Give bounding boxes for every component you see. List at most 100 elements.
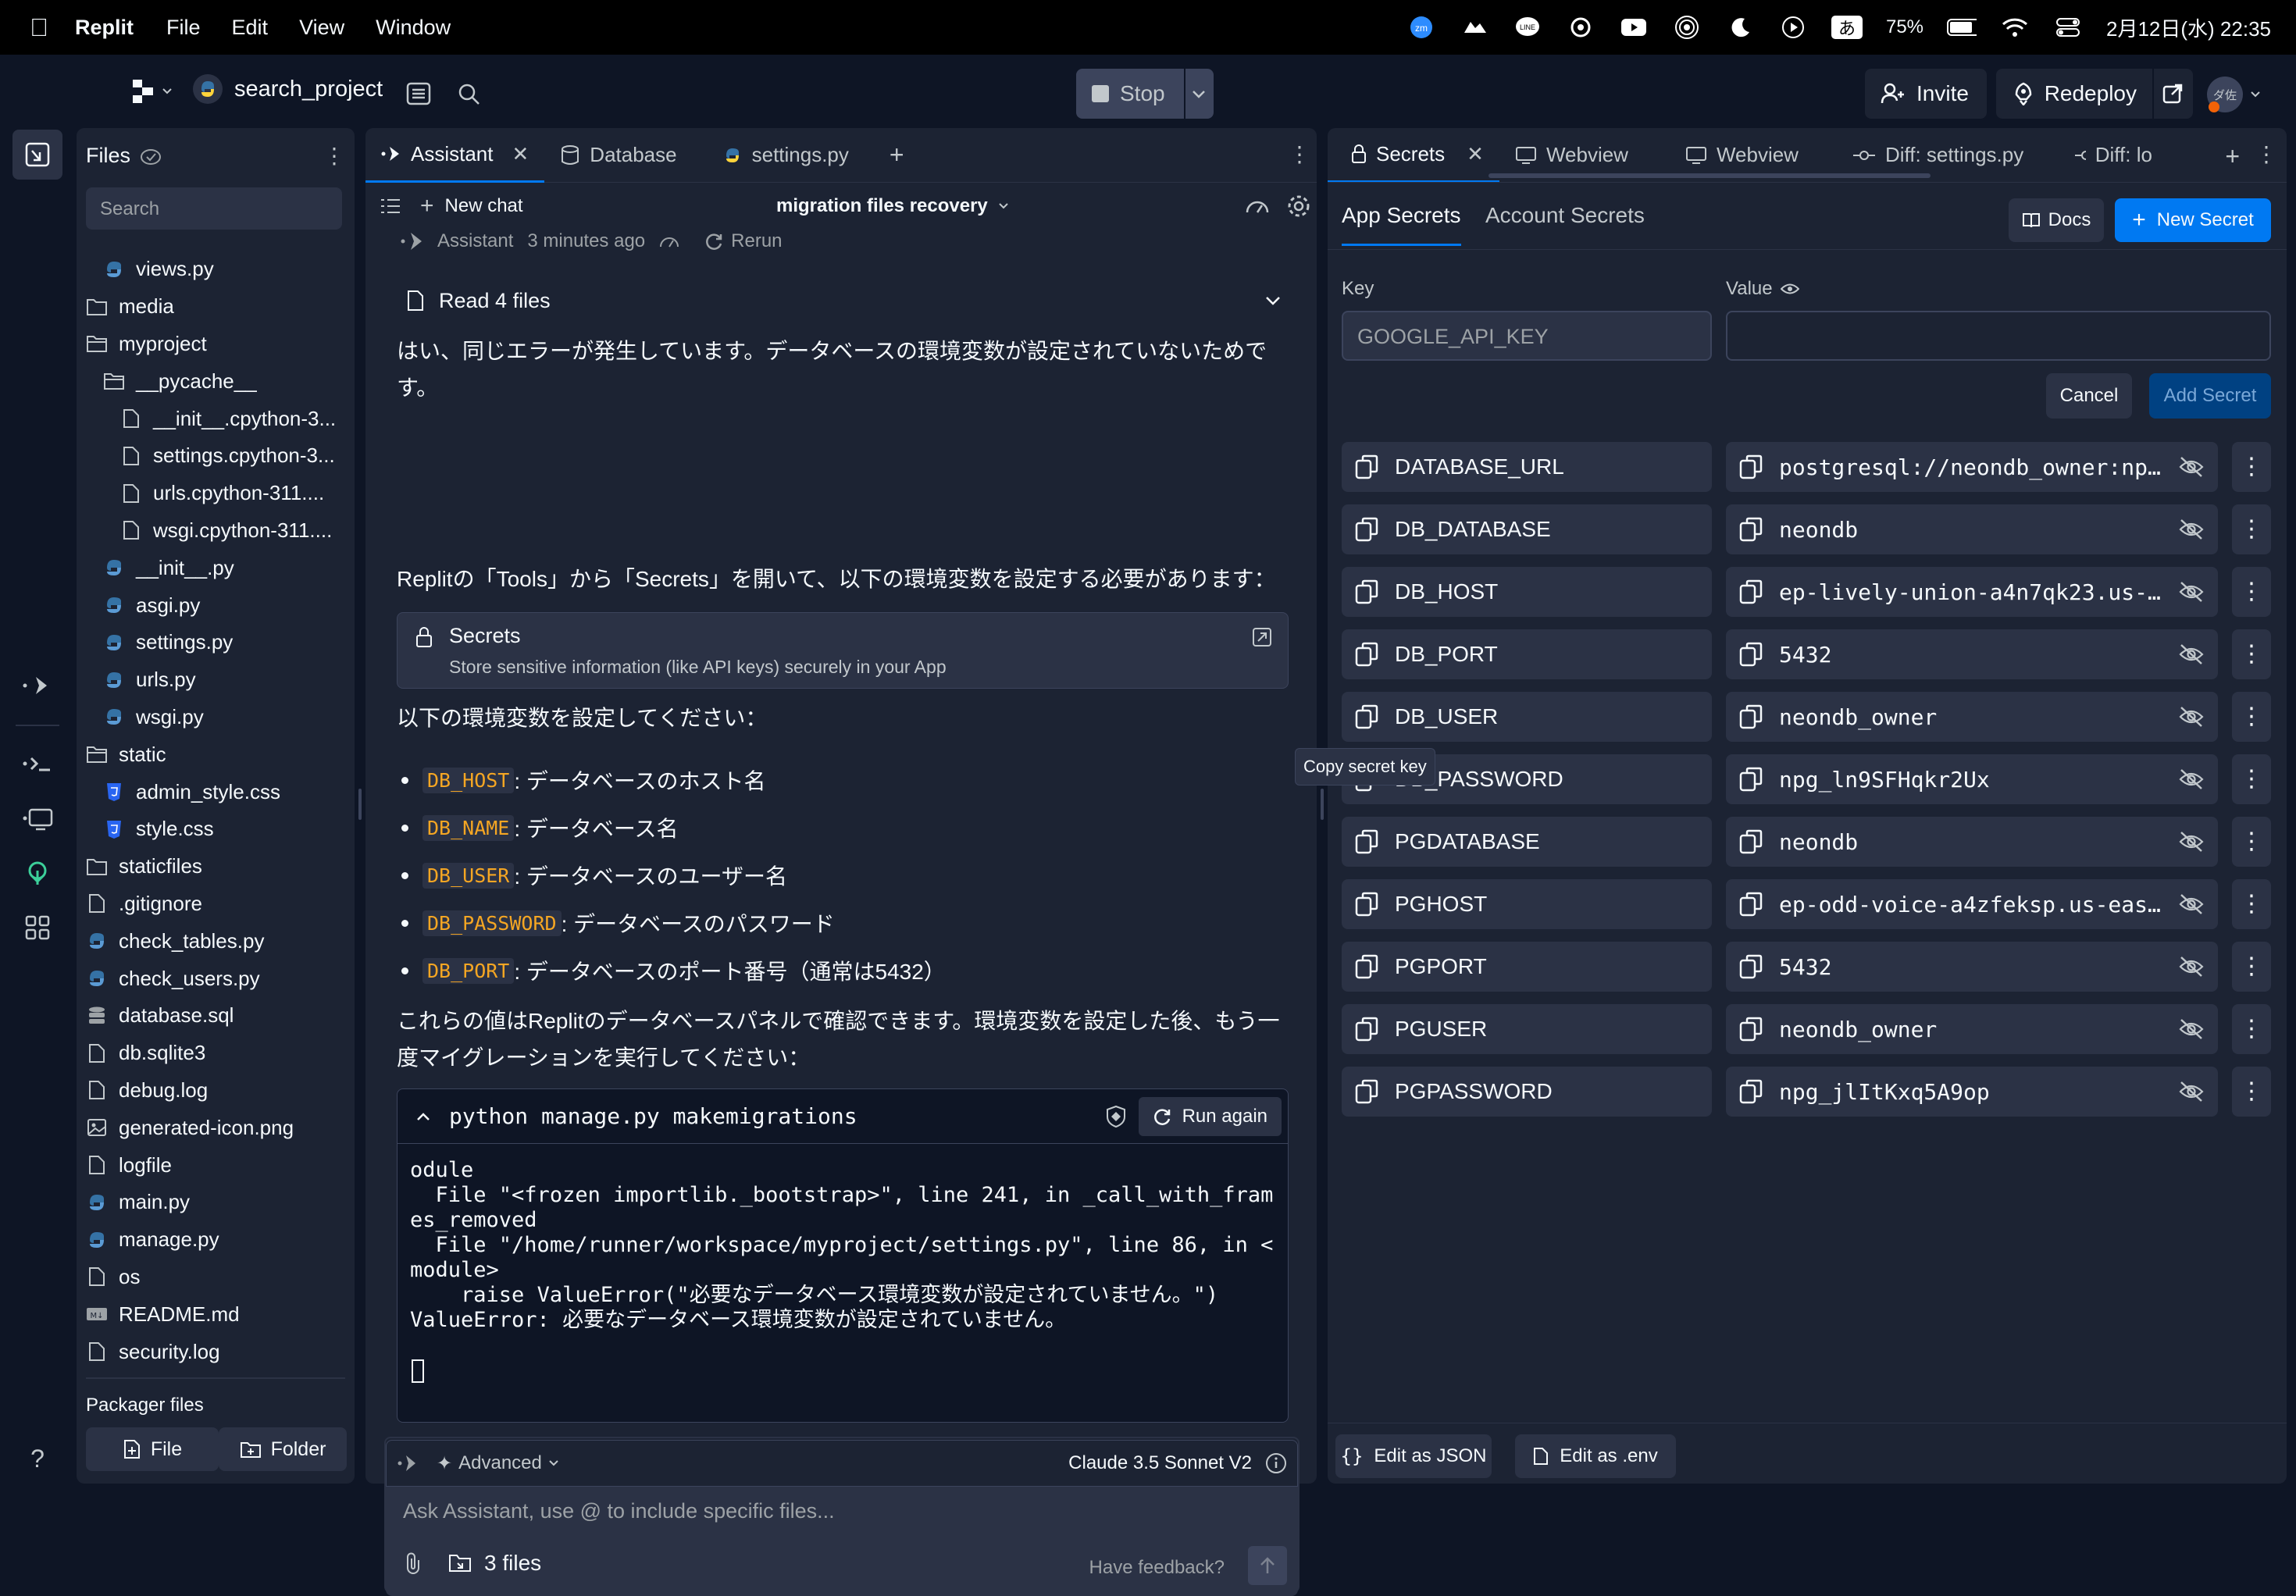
redeploy-button[interactable]: Redeploy <box>1996 69 2152 119</box>
gauge-icon[interactable] <box>1245 195 1270 217</box>
copy-icon[interactable] <box>1738 579 1765 605</box>
clock[interactable]: 2月12日(水) 22:35 <box>2106 13 2271 42</box>
shell-icon[interactable] <box>17 743 58 784</box>
copy-icon[interactable] <box>1738 828 1765 855</box>
file-tree-row[interactable]: logfile <box>86 1147 355 1183</box>
file-tree-row[interactable]: wsgi.cpython-311.... <box>86 512 355 548</box>
eye-off-icon[interactable] <box>2179 892 2204 916</box>
copy-icon[interactable] <box>1354 828 1381 855</box>
eye-off-icon[interactable] <box>2179 1017 2204 1041</box>
secret-key-field[interactable]: DB_USER <box>1342 692 1712 742</box>
apple-icon[interactable]:  <box>30 13 48 42</box>
file-tree-row[interactable]: urls.py <box>86 662 355 698</box>
secret-value-field[interactable]: neondb_owner <box>1726 1004 2218 1054</box>
new-chat-button[interactable]: + New chat <box>420 193 523 219</box>
copy-icon[interactable] <box>1354 579 1381 605</box>
deploy-icon[interactable] <box>17 853 58 893</box>
copy-icon[interactable] <box>1738 891 1765 917</box>
resize-handle[interactable] <box>1321 789 1324 820</box>
openai-icon[interactable] <box>1566 16 1595 39</box>
tab-assistant[interactable]: Assistant ✕ <box>365 128 545 183</box>
eye-off-icon[interactable] <box>2179 643 2204 666</box>
assistant-tool-icon[interactable] <box>17 665 58 706</box>
replit-menu-button[interactable] <box>131 78 173 105</box>
wifi-icon[interactable] <box>2000 16 2030 39</box>
secret-menu-button[interactable]: ⋮ <box>2232 1067 2271 1117</box>
secret-menu-button[interactable]: ⋮ <box>2232 942 2271 992</box>
file-tree-row[interactable]: asgi.py <box>86 587 355 623</box>
tab-menu-icon[interactable]: ⋮ <box>2255 144 2277 166</box>
file-tree-row[interactable]: os <box>86 1259 355 1295</box>
console-icon[interactable] <box>17 800 58 840</box>
new-file-button[interactable]: File <box>86 1427 219 1471</box>
tab-settings-py[interactable]: settings.py <box>707 128 865 183</box>
file-tree-row[interactable]: M↓ README.md <box>86 1296 355 1332</box>
files-tool-icon[interactable] <box>12 130 62 180</box>
layout-icon[interactable] <box>406 82 431 105</box>
file-tree-row[interactable]: check_users.py <box>86 960 355 996</box>
invite-button[interactable]: Invite <box>1865 69 1987 119</box>
cloud-icon[interactable] <box>1460 16 1489 39</box>
secret-value-field[interactable]: neondb <box>1726 504 2218 554</box>
eye-off-icon[interactable] <box>2179 518 2204 541</box>
file-tree-row[interactable]: __init__.py <box>86 550 355 586</box>
search-icon[interactable] <box>458 83 481 106</box>
eye-off-icon[interactable] <box>2179 955 2204 978</box>
file-tree-row[interactable]: db.sqlite3 <box>86 1035 355 1071</box>
copy-icon[interactable] <box>1354 704 1381 730</box>
project-selector[interactable]: search_project <box>192 73 383 105</box>
secret-value-field[interactable]: ep-lively-union-a4n7qk23.us-e… <box>1726 567 2218 617</box>
play-icon[interactable] <box>1778 16 1808 39</box>
secret-menu-button[interactable]: ⋮ <box>2232 442 2271 492</box>
open-in-pane-icon[interactable] <box>1252 627 1272 647</box>
file-tree-row[interactable]: settings.cpython-3... <box>86 438 355 474</box>
secret-key-field[interactable]: PGUSER <box>1342 1004 1712 1054</box>
file-tree-row[interactable]: manage.py <box>86 1222 355 1258</box>
rerun-button[interactable]: Rerun <box>704 230 783 252</box>
file-tree-row[interactable]: media <box>86 289 355 325</box>
stop-button[interactable]: Stop <box>1076 69 1184 119</box>
copy-icon[interactable] <box>1354 1016 1381 1042</box>
secret-value-field[interactable]: npg_jlItKxq5A9op <box>1726 1067 2218 1117</box>
app-menu[interactable]: Replit <box>75 16 134 40</box>
chevron-up-icon[interactable] <box>415 1108 432 1125</box>
copy-icon[interactable] <box>1354 953 1381 980</box>
file-tree-row[interactable]: main.py <box>86 1185 355 1220</box>
copy-icon[interactable] <box>1738 766 1765 793</box>
airdrop-icon[interactable] <box>1672 16 1702 39</box>
menu-file[interactable]: File <box>166 16 201 40</box>
moon-icon[interactable] <box>1725 16 1755 39</box>
secret-key-field[interactable]: PGPASSWORD <box>1342 1067 1712 1117</box>
copy-icon[interactable] <box>1738 1078 1765 1105</box>
docs-button[interactable]: Docs <box>2009 198 2104 242</box>
edit-as-json-button[interactable]: {} Edit as JSON <box>1335 1434 1492 1478</box>
run-again-button[interactable]: Run again <box>1138 1097 1282 1136</box>
attached-files-chip[interactable]: 3 files <box>448 1551 541 1576</box>
file-tree-row[interactable]: .gitignore <box>86 885 355 921</box>
copy-icon[interactable] <box>1738 454 1765 480</box>
file-tree-row[interactable]: admin_style.css <box>86 774 355 810</box>
menu-window[interactable]: Window <box>376 16 451 40</box>
files-search-input[interactable]: Search <box>86 187 342 230</box>
new-tab-button[interactable]: + <box>2225 142 2240 171</box>
copy-icon[interactable] <box>1738 704 1765 730</box>
copy-icon[interactable] <box>1354 641 1381 668</box>
secret-value-field[interactable]: 5432 <box>1726 629 2218 679</box>
copy-icon[interactable] <box>1738 1016 1765 1042</box>
settings-icon[interactable] <box>1285 193 1312 219</box>
file-tree-row[interactable]: __init__.cpython-3... <box>86 401 355 436</box>
menu-view[interactable]: View <box>299 16 344 40</box>
file-tree-row[interactable]: settings.py <box>86 625 355 661</box>
feedback-link[interactable]: Have feedback? <box>1089 1557 1225 1579</box>
send-button[interactable] <box>1248 1546 1287 1585</box>
file-tree-row[interactable]: style.css <box>86 811 355 847</box>
secret-value-field[interactable]: neondb <box>1726 817 2218 867</box>
file-tree-row[interactable]: myproject <box>86 326 355 362</box>
menu-edit[interactable]: Edit <box>232 16 269 40</box>
eye-off-icon[interactable] <box>2179 830 2204 853</box>
edit-as-env-button[interactable]: Edit as .env <box>1515 1434 1676 1478</box>
all-tools-icon[interactable] <box>17 907 58 948</box>
secret-key-field[interactable]: PGHOST <box>1342 879 1712 929</box>
add-secret-button[interactable]: Add Secret <box>2149 373 2271 419</box>
tab-account-secrets[interactable]: Account Secrets <box>1485 203 1645 228</box>
